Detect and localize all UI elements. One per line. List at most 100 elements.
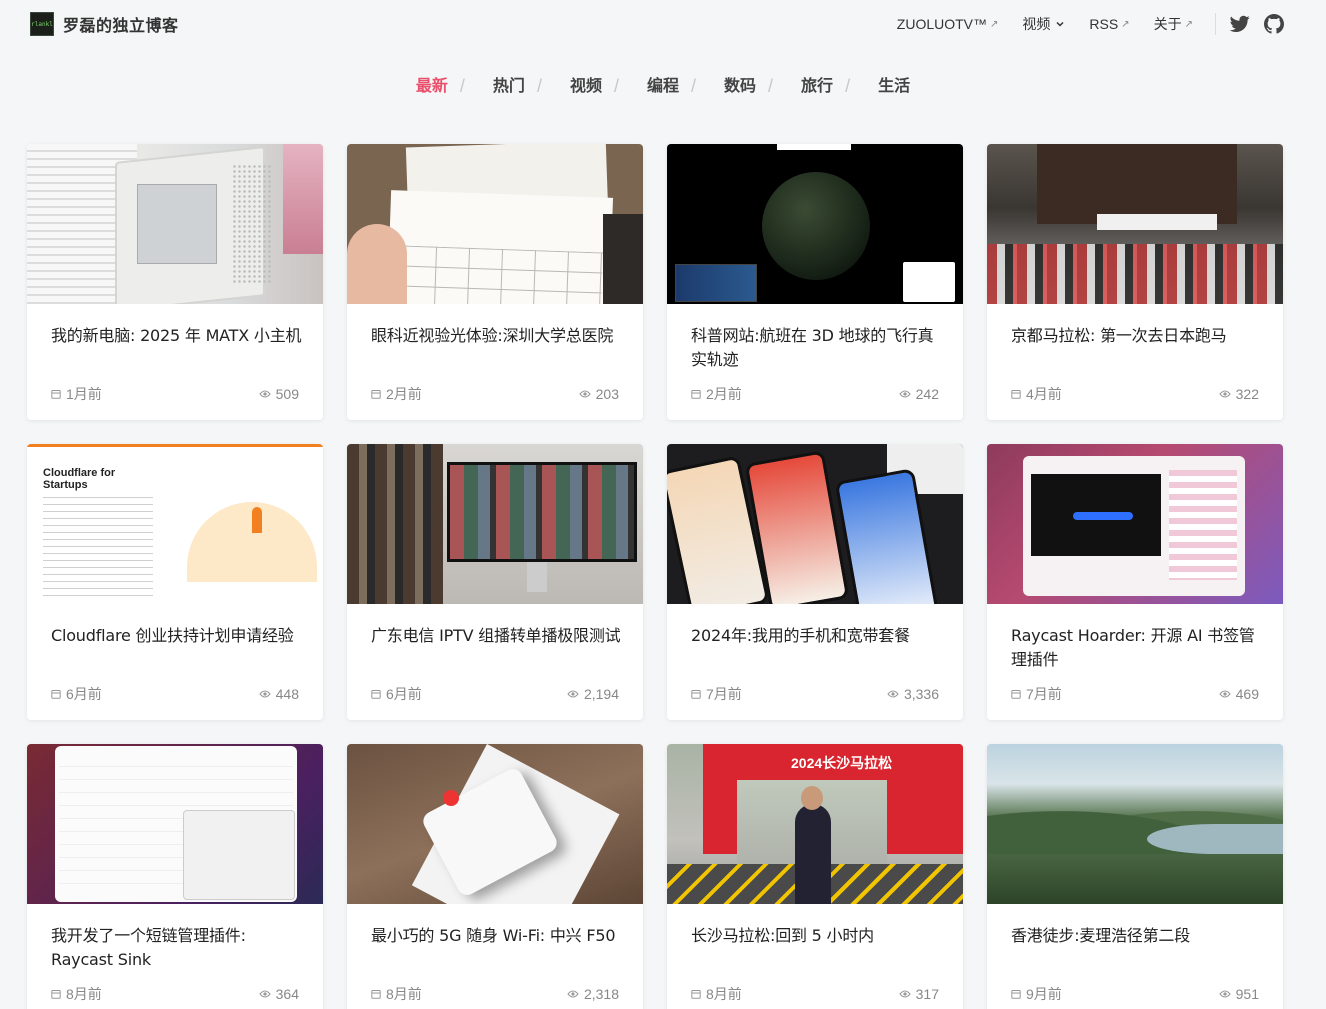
tab-video[interactable]: 视频 <box>570 72 602 96</box>
post-views: 2,318 <box>583 986 619 1002</box>
calendar-icon <box>1011 990 1021 999</box>
post-card[interactable]: 香港徒步:麦理浩径第二段 9月前 951 <box>987 744 1283 1009</box>
site-logo[interactable]: rlankl <box>30 12 54 36</box>
calendar-icon <box>371 990 381 999</box>
calendar-icon <box>51 990 61 999</box>
post-card[interactable]: 科普网站:航班在 3D 地球的飞行真实轨迹 2月前 242 <box>667 144 963 420</box>
post-title[interactable]: 我开发了一个短链管理插件: Raycast Sink <box>51 924 303 972</box>
post-card[interactable]: 京都马拉松: 第一次去日本跑马 4月前 322 <box>987 144 1283 420</box>
nav-divider <box>1215 13 1216 35</box>
post-meta: 8月前 364 <box>51 984 299 1004</box>
post-date: 8月前 <box>706 986 742 1002</box>
post-thumbnail[interactable] <box>667 144 963 304</box>
site-brand[interactable]: rlankl 罗磊的独立博客 <box>30 12 179 36</box>
post-views: 448 <box>275 686 299 702</box>
nav-item-label: RSS <box>1089 16 1119 32</box>
nav-item-zuoluotv[interactable]: ZUOLUOTV™ ↗ <box>897 16 999 32</box>
post-thumbnail[interactable] <box>987 144 1283 304</box>
post-card[interactable]: 2024长沙马拉松 长沙马拉松:回到 5 小时内 8月前 317 <box>667 744 963 1009</box>
post-thumbnail[interactable] <box>987 444 1283 604</box>
post-card[interactable]: Raycast Hoarder: 开源 AI 书签管理插件 7月前 469 <box>987 444 1283 720</box>
calendar-icon <box>1011 690 1021 699</box>
post-thumbnail[interactable]: Cloudflare for Startups <box>27 444 323 604</box>
post-thumbnail[interactable] <box>347 744 643 904</box>
post-title[interactable]: Cloudflare 创业扶持计划申请经验 <box>51 624 303 648</box>
eye-icon <box>567 990 579 998</box>
tab-separator: / <box>613 75 619 96</box>
eye-icon <box>887 690 899 698</box>
post-date: 8月前 <box>386 986 422 1002</box>
calendar-icon <box>51 690 61 699</box>
tab-programming[interactable]: 编程 <box>647 72 679 96</box>
tab-separator: / <box>459 75 465 96</box>
tab-digital[interactable]: 数码 <box>724 72 756 96</box>
tab-travel[interactable]: 旅行 <box>801 72 833 96</box>
post-title[interactable]: 科普网站:航班在 3D 地球的飞行真实轨迹 <box>691 324 943 372</box>
post-card[interactable]: 眼科近视验光体验:深圳大学总医院 2月前 203 <box>347 144 643 420</box>
post-card[interactable]: 最小巧的 5G 随身 Wi-Fi: 中兴 F50 8月前 2,318 <box>347 744 643 1009</box>
nav-item-label: ZUOLUOTV™ <box>896 16 988 32</box>
post-card[interactable]: Cloudflare for Startups Cloudflare 创业扶持计… <box>27 444 323 720</box>
eye-icon <box>578 390 591 398</box>
post-title[interactable]: 广东电信 IPTV 组播转单播极限测试 <box>371 624 623 648</box>
post-views: 469 <box>1235 686 1259 702</box>
nav-item-label: 关于 <box>1153 16 1182 32</box>
post-thumbnail[interactable] <box>667 444 963 604</box>
calendar-icon <box>691 990 701 999</box>
nav-item-video[interactable]: 视频 <box>1022 14 1065 34</box>
post-title[interactable]: 长沙马拉松:回到 5 小时内 <box>691 924 943 948</box>
post-meta: 8月前 2,318 <box>371 984 619 1004</box>
post-title[interactable]: 2024年:我用的手机和宽带套餐 <box>691 624 943 648</box>
nav-item-label: 视频 <box>1022 16 1051 32</box>
post-meta: 6月前 448 <box>51 684 299 704</box>
post-meta: 2月前 242 <box>691 384 939 404</box>
post-thumbnail[interactable] <box>27 744 323 904</box>
twitter-icon[interactable] <box>1230 15 1250 33</box>
top-nav: ZUOLUOTV™ ↗ 视频 RSS ↗ 关于 ↗ <box>873 10 1284 38</box>
post-date: 7月前 <box>706 686 742 702</box>
calendar-icon <box>371 390 381 399</box>
post-title[interactable]: 最小巧的 5G 随身 Wi-Fi: 中兴 F50 <box>371 924 623 948</box>
post-title[interactable]: 香港徒步:麦理浩径第二段 <box>1011 924 1263 948</box>
post-date: 7月前 <box>1026 686 1062 702</box>
post-title[interactable]: 眼科近视验光体验:深圳大学总医院 <box>371 324 623 348</box>
external-link-icon: ↗ <box>990 18 999 30</box>
calendar-icon <box>691 390 701 399</box>
tab-popular[interactable]: 热门 <box>493 72 525 96</box>
post-thumbnail[interactable] <box>987 744 1283 904</box>
post-thumbnail[interactable] <box>27 144 323 304</box>
post-card[interactable]: 我开发了一个短链管理插件: Raycast Sink 8月前 364 <box>27 744 323 1009</box>
post-thumbnail[interactable] <box>347 144 643 304</box>
post-thumbnail[interactable] <box>347 444 643 604</box>
nav-item-rss[interactable]: RSS ↗ <box>1089 16 1129 32</box>
post-title[interactable]: 京都马拉松: 第一次去日本跑马 <box>1011 324 1263 348</box>
tab-latest[interactable]: 最新 <box>416 72 448 96</box>
tab-separator: / <box>845 75 851 96</box>
post-views: 509 <box>275 386 299 402</box>
post-title[interactable]: 我的新电脑: 2025 年 MATX 小主机 <box>51 324 303 348</box>
thumbnail-caption: Cloudflare for Startups <box>43 467 116 491</box>
tab-separator: / <box>691 75 697 96</box>
nav-item-about[interactable]: 关于 ↗ <box>1154 14 1193 34</box>
eye-icon <box>898 990 911 998</box>
post-card[interactable]: 广东电信 IPTV 组播转单播极限测试 6月前 2,194 <box>347 444 643 720</box>
calendar-icon <box>1011 390 1021 399</box>
calendar-icon <box>371 690 381 699</box>
post-date: 2月前 <box>386 386 422 402</box>
eye-icon <box>258 390 271 398</box>
post-views: 3,336 <box>903 686 939 702</box>
post-card[interactable]: 我的新电脑: 2025 年 MATX 小主机 1月前 509 <box>27 144 323 420</box>
github-icon[interactable] <box>1264 14 1284 34</box>
post-date: 8月前 <box>66 986 102 1002</box>
tab-separator: / <box>768 75 774 96</box>
eye-icon <box>1218 690 1231 698</box>
tab-separator: / <box>536 75 542 96</box>
post-views: 951 <box>1235 986 1259 1002</box>
post-card[interactable]: 2024年:我用的手机和宽带套餐 7月前 3,336 <box>667 444 963 720</box>
site-title[interactable]: 罗磊的独立博客 <box>63 12 179 36</box>
calendar-icon <box>51 390 61 399</box>
post-views: 242 <box>915 386 939 402</box>
tab-life[interactable]: 生活 <box>878 72 910 96</box>
post-thumbnail[interactable]: 2024长沙马拉松 <box>667 744 963 904</box>
post-title[interactable]: Raycast Hoarder: 开源 AI 书签管理插件 <box>1011 624 1263 672</box>
